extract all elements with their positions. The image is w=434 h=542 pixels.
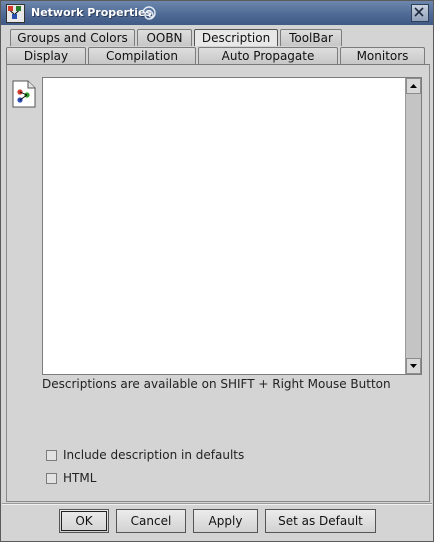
tab-auto-propagate[interactable]: Auto Propagate — [198, 47, 338, 64]
footer-divider — [2, 503, 432, 505]
include-defaults-checkbox[interactable] — [46, 450, 57, 461]
description-hint: Descriptions are available on SHIFT + Ri… — [42, 377, 391, 391]
tab-display[interactable]: Display — [6, 47, 86, 64]
close-icon — [414, 7, 424, 17]
network-properties-dialog: Network Properties Groups and Colors OOB… — [0, 0, 434, 542]
scroll-track[interactable] — [406, 94, 421, 358]
close-button[interactable] — [411, 4, 429, 22]
window-title: Network Properties — [31, 6, 153, 19]
scroll-down-button[interactable] — [406, 358, 421, 374]
title-bar[interactable]: Network Properties — [1, 1, 433, 25]
swirl-icon — [142, 6, 156, 20]
tab-groups-and-colors[interactable]: Groups and Colors — [10, 29, 135, 46]
tab-monitors[interactable]: Monitors — [340, 47, 425, 64]
arrow-down-icon — [410, 364, 417, 368]
tab-compilation[interactable]: Compilation — [88, 47, 196, 64]
html-checkbox[interactable] — [46, 473, 57, 484]
tab-toolbar[interactable]: ToolBar — [280, 29, 342, 46]
cancel-button[interactable]: Cancel — [116, 509, 186, 533]
scroll-up-button[interactable] — [406, 78, 421, 94]
network-app-icon — [6, 4, 25, 23]
set-as-default-button[interactable]: Set as Default — [265, 509, 376, 533]
tab-oobn[interactable]: OOBN — [137, 29, 192, 46]
html-label: HTML — [63, 471, 97, 485]
include-defaults-label: Include description in defaults — [63, 448, 245, 462]
ok-button[interactable]: OK — [59, 509, 109, 533]
vertical-scrollbar[interactable] — [405, 78, 421, 374]
arrow-up-icon — [410, 84, 417, 88]
tab-description[interactable]: Description — [194, 29, 278, 46]
description-textarea[interactable] — [42, 77, 422, 375]
apply-button[interactable]: Apply — [193, 509, 258, 533]
network-document-icon — [12, 80, 36, 108]
